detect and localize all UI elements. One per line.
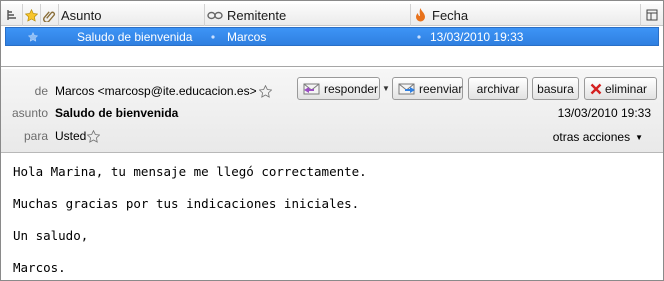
subject-value: Saludo de bienvenida <box>55 106 179 120</box>
message-list-header: Asunto Remitente Fecha <box>1 4 663 26</box>
row-date: 13/03/2010 19:33 <box>430 29 524 44</box>
star-column-header[interactable] <box>23 4 41 26</box>
star-icon <box>25 8 38 22</box>
subject-column-label: Asunto <box>61 7 102 23</box>
mail-window: Asunto Remitente Fecha Saludo de bienven… <box>0 0 664 281</box>
column-picker-icon <box>646 9 658 21</box>
row-star-icon[interactable] <box>26 28 40 45</box>
subject-label: asunto <box>11 106 48 120</box>
row-sender: Marcos <box>227 29 267 44</box>
reply-options-chevron-down-icon[interactable]: ▼ <box>380 77 392 100</box>
subject-column-header[interactable]: Asunto <box>59 4 205 26</box>
message-date: 13/03/2010 19:33 <box>557 106 651 120</box>
from-value[interactable]: Marcos <marcosp@ite.educacion.es> <box>55 84 257 98</box>
attachment-column-header[interactable] <box>41 4 59 26</box>
forward-label: reenviar <box>419 81 463 96</box>
other-actions-menu[interactable]: otras acciones ▼ <box>553 130 643 144</box>
archive-button[interactable]: archivar <box>468 77 528 100</box>
thread-column-header[interactable] <box>1 4 23 26</box>
to-label: para <box>23 129 48 143</box>
other-actions-label: otras acciones <box>552 130 631 144</box>
attachment-icon <box>43 9 56 22</box>
to-value[interactable]: Usted <box>55 129 86 143</box>
table-row[interactable]: Saludo de bienvenida Marcos 13/03/2010 1… <box>5 27 659 46</box>
thread-icon <box>6 9 18 21</box>
to-field[interactable]: Usted <box>55 129 101 143</box>
date-column-header[interactable]: Fecha <box>411 4 641 26</box>
chevron-down-icon: ▼ <box>635 132 643 142</box>
date-column-label: Fecha <box>432 7 469 23</box>
from-label: de <box>34 84 48 98</box>
body-line: Hola Marina, tu mensaje me llegó correct… <box>13 164 367 179</box>
forward-icon <box>398 82 416 96</box>
sender-column-header[interactable]: Remitente <box>205 4 411 26</box>
junk-status-icon <box>415 8 426 22</box>
junk-label: basura <box>537 81 574 96</box>
reply-icon <box>303 82 321 96</box>
sender-column-label: Remitente <box>227 7 287 23</box>
row-read-dot-icon[interactable] <box>208 28 218 45</box>
reply-button[interactable]: responder <box>297 77 380 100</box>
column-picker[interactable] <box>641 4 663 26</box>
delete-label: eliminar <box>605 81 648 96</box>
add-contact-star-icon[interactable] <box>258 84 272 98</box>
body-line: Muchas gracias por tus indicaciones inic… <box>13 196 360 211</box>
row-subject: Saludo de bienvenida <box>77 29 193 44</box>
message-body[interactable]: Hola Marina, tu mensaje me llegó correct… <box>1 154 663 280</box>
delete-x-icon <box>590 83 602 95</box>
archive-label: archivar <box>476 81 520 96</box>
row-junk-dot-icon[interactable] <box>414 28 424 45</box>
thread-links-icon <box>207 11 223 20</box>
message-list-empty-area <box>1 47 663 67</box>
delete-button[interactable]: eliminar <box>584 77 657 100</box>
junk-button[interactable]: basura <box>532 77 579 100</box>
body-line: Marcos. <box>13 260 66 275</box>
reply-label: responder <box>324 81 379 96</box>
message-header-pane: de Marcos <marcosp@ite.educacion.es> asu… <box>1 69 663 153</box>
subject-field: Saludo de bienvenida <box>55 106 178 120</box>
forward-button[interactable]: reenviar <box>392 77 463 100</box>
add-contact-star-icon[interactable] <box>87 129 101 143</box>
body-line: Un saludo, <box>13 228 89 243</box>
from-field[interactable]: Marcos <marcosp@ite.educacion.es> <box>55 84 272 98</box>
